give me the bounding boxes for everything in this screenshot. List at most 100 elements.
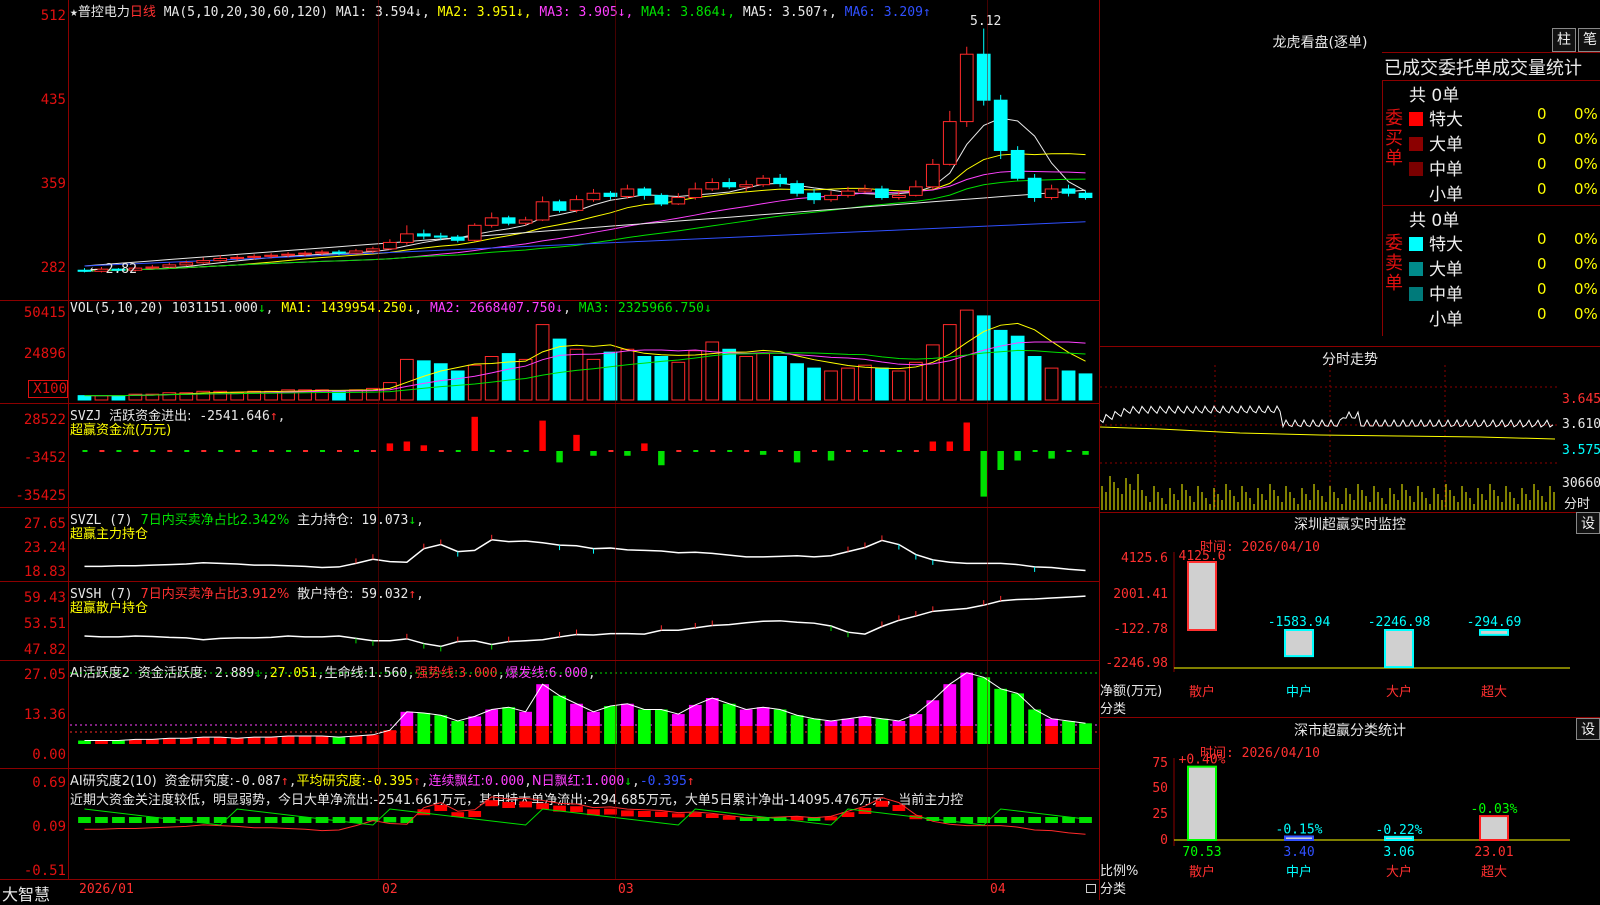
ai-research-panel[interactable]: 0.69 0.09 -0.51 AI研究度2(10) 资金研究度:-0.087↑… <box>0 769 1100 880</box>
candle-body <box>671 197 686 205</box>
candle-body <box>416 233 431 237</box>
ai1-bar <box>1079 723 1092 744</box>
svzj-bar <box>827 451 835 461</box>
fenshi-svg <box>1100 365 1560 510</box>
volume-bar <box>773 356 787 401</box>
volume-bar <box>739 356 754 401</box>
candle-body <box>620 188 635 197</box>
legend-swatch <box>1409 287 1423 301</box>
lhb-row-value: 0 <box>1537 305 1547 323</box>
ai1-bar <box>230 738 244 744</box>
sz-class-top-label: -0.22% <box>1376 823 1423 838</box>
candle-body <box>264 254 278 257</box>
ai2-bar <box>112 817 125 823</box>
candle-body <box>1061 188 1076 194</box>
sz-class-ytick: 0 <box>1160 833 1168 848</box>
ai1-bar <box>773 709 787 744</box>
svzj-panel[interactable]: 28522 -3452 -35425 SVZJ 活跃资金进出: -2541.64… <box>0 404 1100 508</box>
sz-class-bottom-label: 70.53 <box>1182 845 1221 860</box>
volume-bar <box>875 367 889 401</box>
candle-body <box>179 262 194 266</box>
volume-bar <box>925 344 940 401</box>
candle-body <box>925 163 940 188</box>
fenshi-panel[interactable]: 分时走势 3.645 3.610 3.575 30660 分时 <box>1100 346 1600 513</box>
sz-class-cat: 大户 <box>1386 864 1412 880</box>
ai1-bar <box>298 735 312 744</box>
ai1-bar-base <box>892 726 906 744</box>
sz-monitor-ytick: 2001.41 <box>1113 587 1168 602</box>
volume-bar <box>501 353 516 401</box>
lhb-subtitle: 已成交委托单成交量统计 <box>1384 58 1582 79</box>
candle-body <box>213 257 228 262</box>
volume-bar <box>620 348 635 401</box>
ai1-bar <box>264 737 278 744</box>
svzl-panel[interactable]: 27.65 23.24 18.83 SVZL (7) 7日内买卖净占比2.342… <box>0 508 1100 582</box>
ai2-bar <box>485 800 499 807</box>
ai1-bar <box>383 730 397 744</box>
lhb-row-name: 特大 <box>1429 235 1463 255</box>
ai2-bar <box>621 810 634 817</box>
ai-activity-panel[interactable]: 27.05 13.36 0.00 AI活跃度2 资金活跃度: 2.889↓,27… <box>0 661 1100 769</box>
lhb-row-value: 0 <box>1537 255 1547 273</box>
sz-class-cat: 超大 <box>1481 865 1507 880</box>
volume-bar <box>790 363 804 401</box>
ai1-bar <box>247 737 261 744</box>
legend-swatch <box>1409 312 1423 326</box>
candle-body <box>875 188 889 199</box>
ma-line-1 <box>84 117 1086 272</box>
svzj-bar <box>997 451 1004 470</box>
ai2-bar <box>994 817 1008 823</box>
candle-body <box>77 269 92 272</box>
x-axis: 大智慧 2026/01 02 03 04 <box>0 880 1100 904</box>
sz-monitor-panel[interactable]: 深圳超赢实时监控 设 时间: 2026/04/10 净额(万元) 分类 4125… <box>1100 512 1600 718</box>
ai1-bar-base <box>536 726 549 744</box>
ai1-bar <box>95 740 108 744</box>
lhb-row-name: 大单 <box>1429 260 1463 280</box>
ai2-bar <box>875 800 889 807</box>
volume-bar <box>111 395 126 401</box>
lock-icon[interactable] <box>1086 884 1096 893</box>
candle-body <box>484 217 499 226</box>
sz-class-panel[interactable]: 深市超赢分类统计 设 时间: 2026/04/10 比例% 分类 75 50 25 0… <box>1100 718 1600 900</box>
candle-body <box>569 199 584 211</box>
x-label: 04 <box>990 882 1006 897</box>
ai1-bar <box>112 740 125 744</box>
legend-swatch <box>1409 112 1423 126</box>
lhb-row: 小单 0 0% <box>1409 305 1599 330</box>
tick-view-button[interactable]: 笔 <box>1578 28 1600 52</box>
bar-view-button[interactable]: 柱 <box>1552 28 1576 52</box>
fenshi-tick: 3.575 <box>1562 443 1600 458</box>
ai1-bar <box>451 721 465 744</box>
svzj-bar <box>980 451 987 497</box>
low-mark: ← 2.82 <box>90 262 137 277</box>
lhb-row-pct: 0% <box>1574 230 1598 248</box>
candle-body <box>942 121 957 165</box>
ai1-bar <box>790 715 804 744</box>
ai1-bar <box>434 715 448 744</box>
svsh-panel[interactable]: 59.43 53.51 47.82 SVSH (7) 7日内买卖净占比3.912… <box>0 582 1100 661</box>
ai1-bar-top <box>960 672 974 726</box>
main-kline-panel[interactable]: 512 435 359 282 ★普控电力日线 MA(5,10,20,30,60… <box>0 0 1100 301</box>
ai2-bar <box>519 801 532 808</box>
sz-monitor-bar-label: -294.69 <box>1467 615 1522 630</box>
candle-body <box>773 177 787 185</box>
volume-bar <box>1061 370 1076 401</box>
svzj-bar <box>641 443 648 451</box>
lhb-panel: 龙虎看盘(逐单) 柱 笔 已成交委托单成交量统计 委买单共 0单 特大 0 0% 大单 0… <box>1100 0 1600 346</box>
ai2-bar <box>536 803 549 810</box>
candle-body <box>807 192 821 201</box>
kline-svg <box>77 28 1093 273</box>
sz-monitor-bar-label: 4125.6 <box>1179 549 1226 564</box>
candle-body <box>298 252 312 255</box>
candle-body <box>756 177 771 186</box>
x-label: 02 <box>382 882 398 897</box>
ai1-bar-base <box>858 726 872 744</box>
ai2-svg <box>78 796 1092 835</box>
volume-bar <box>586 358 601 401</box>
volume-panel[interactable]: 50415 24896 X100 VOL(5,10,20) 1031151.00… <box>0 300 1100 404</box>
lhb-divider <box>1382 52 1600 53</box>
candle-body <box>1044 188 1059 199</box>
lhb-row-pct: 0% <box>1574 255 1598 273</box>
candle-body <box>739 184 754 188</box>
candle-body <box>858 188 872 192</box>
